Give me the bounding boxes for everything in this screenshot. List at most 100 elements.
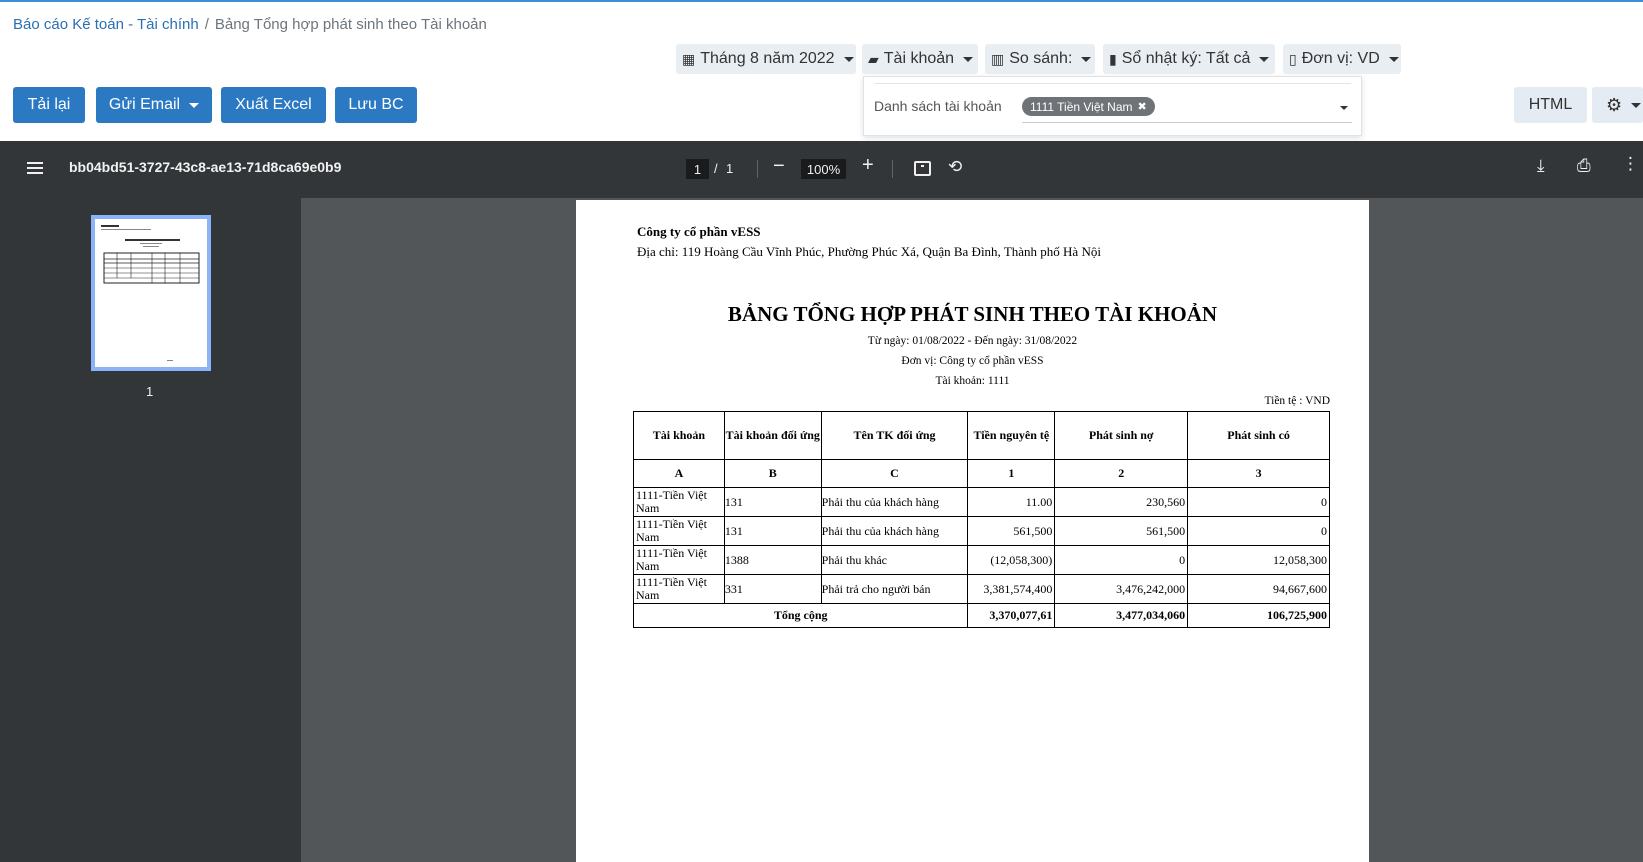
period-filter-button[interactable]: ▦ Tháng 8 năm 2022 [676, 44, 856, 74]
total-cell: 3,477,034,060 [1054, 603, 1189, 628]
document-title: bb04bd51-3727-43c8-ae13-71d8ca69e0b9 [69, 159, 342, 175]
table-total-row: Tổng cộng 3,370,077,61 3,477,034,060 106… [632, 603, 1330, 628]
account-list-label: Danh sách tài khoản [874, 98, 1002, 114]
period-filter-label: Tháng 8 năm 2022 [700, 50, 835, 67]
table-row: 1111-Tiền Việt Nam 331 Phải trả cho ngườ… [633, 574, 1330, 604]
column-code: 3 [1187, 459, 1330, 488]
html-button[interactable]: HTML [1514, 87, 1587, 123]
column-header: Tài khoản [633, 411, 725, 460]
zoom-level-input[interactable]: 100% [801, 159, 846, 179]
page-number-input[interactable]: 1 [686, 159, 709, 179]
unit-filter-button[interactable]: ▯ Đơn vị: VD [1283, 44, 1401, 74]
account-filter-label: Tài khoản [883, 50, 955, 67]
chevron-down-icon [189, 102, 200, 108]
toolbar-divider [892, 160, 893, 178]
table-cell: (12,058,300) [967, 545, 1056, 575]
total-cell: 106,725,900 [1187, 603, 1330, 628]
save-report-button[interactable]: Lưu BC [335, 87, 417, 123]
table-cell: 11.00 [967, 487, 1056, 517]
column-code: C [820, 459, 969, 488]
thumbnail-page-number: 1 [146, 384, 154, 399]
page-total: 1 [726, 161, 734, 176]
thumbnail-preview [101, 225, 200, 361]
report-table: Tài khoản Tài khoản đối ứng Tên TK đối ứ… [632, 411, 1330, 628]
chevron-down-icon [963, 56, 974, 62]
column-header: Tài khoản đối ứng [723, 411, 822, 460]
report-unit: Đơn vị: Công ty cổ phần vESS [901, 355, 1044, 367]
company-name: Công ty cổ phần vESS [637, 224, 761, 239]
calendar-icon: ▦ [682, 50, 696, 67]
table-cell: 230,560 [1054, 487, 1189, 517]
compare-filter-button[interactable]: ▥ So sánh: [985, 44, 1095, 74]
table-cell: 1111-Tiền Việt Nam [633, 487, 725, 517]
thumbnail-sidebar: 1 [0, 198, 301, 862]
column-code: A [633, 459, 725, 488]
table-cell: 12,058,300 [1187, 545, 1330, 575]
column-code: B [723, 459, 822, 488]
table-cell: 131 [723, 487, 822, 517]
table-cell: 1111-Tiền Việt Nam [633, 516, 725, 546]
table-cell: 1388 [723, 545, 822, 575]
table-row: 1111-Tiền Việt Nam 131 Phải thu của khác… [633, 487, 1330, 517]
export-excel-button[interactable]: Xuất Excel [221, 87, 326, 123]
settings-button[interactable]: ⚙ [1592, 87, 1643, 123]
app-header: Báo cáo Kế toán - Tài chính / Bảng Tổng hợ… [0, 2, 1643, 141]
table-code-row: A B C 1 2 3 [633, 459, 1330, 488]
chevron-down-icon [1259, 56, 1270, 62]
download-icon[interactable]: ⤓ [1537, 156, 1545, 176]
print-icon[interactable]: ⎙ [1577, 156, 1591, 176]
select-caret-icon[interactable] [1340, 106, 1348, 110]
table-cell: Phải thu của khách hàng [820, 487, 969, 517]
table-row: 1111-Tiền Việt Nam 131 Phải thu của khác… [633, 516, 1330, 546]
report-currency: Tiền tệ : VND [1264, 395, 1331, 407]
rotate-icon[interactable]: ⟲ [948, 157, 966, 176]
column-header: Phát sinh có [1187, 411, 1330, 460]
send-email-label: Gửi Email [108, 96, 181, 113]
breadcrumb: Báo cáo Kế toán - Tài chính / Bảng Tổng hợ… [13, 16, 487, 33]
column-code: 1 [967, 459, 1056, 488]
table-cell: 0 [1054, 545, 1189, 575]
account-filter-button[interactable]: ▰ Tài khoản [862, 44, 978, 74]
report-date-range: Từ ngày: 01/08/2022 - Đến ngày: 31/08/20… [867, 335, 1078, 347]
page-thumbnail[interactable] [91, 215, 211, 371]
fit-page-icon[interactable] [914, 161, 931, 176]
column-header: Tên TK đối ứng [820, 411, 969, 460]
chevron-down-icon [843, 56, 854, 62]
table-cell: Phải trả cho người bán [820, 574, 969, 604]
table-cell: 331 [723, 574, 822, 604]
table-cell: 1111-Tiền Việt Nam [633, 545, 725, 575]
reload-button[interactable]: Tải lại [13, 87, 85, 123]
breadcrumb-parent-link[interactable]: Báo cáo Kế toán - Tài chính [13, 16, 199, 33]
table-cell: 561,500 [967, 516, 1056, 546]
toolbar-divider [757, 160, 758, 178]
more-options-icon[interactable]: ⋮ [1622, 154, 1639, 174]
table-cell: 94,667,600 [1187, 574, 1330, 604]
zoom-out-button[interactable]: − [773, 155, 785, 178]
folder-open-icon: ▰ [868, 50, 879, 67]
table-cell: Phải thu khác [820, 545, 969, 575]
page-separator: / [714, 161, 718, 176]
table-cell: 3,476,242,000 [1054, 574, 1189, 604]
journal-filter-button[interactable]: ▮ Sổ nhật ký: Tất cả [1103, 44, 1275, 74]
total-label: Tổng cộng [632, 603, 969, 628]
breadcrumb-separator: / [204, 16, 209, 33]
account-multiselect[interactable]: 1111 Tiền Việt Nam ✖ [1022, 94, 1352, 123]
account-dropdown-panel: Danh sách tài khoản 1111 Tiền Việt Nam ✖ [863, 76, 1362, 136]
compare-filter-label: So sánh: [1009, 50, 1073, 67]
column-header: Tiền nguyên tệ [967, 411, 1056, 460]
remove-chip-icon[interactable]: ✖ [1138, 100, 1147, 113]
panel-divider [874, 83, 1351, 84]
chevron-down-icon [1631, 102, 1642, 108]
table-cell: 0 [1187, 487, 1330, 517]
zoom-in-button[interactable]: + [862, 154, 874, 177]
report-title: BẢNG TỔNG HỢP PHÁT SINH THEO TÀI KHOẢN [727, 302, 1218, 326]
report-account: Tài khoản: 1111 [935, 375, 1010, 387]
building-icon: ▯ [1289, 50, 1297, 67]
selected-account-chip: 1111 Tiền Việt Nam ✖ [1022, 97, 1155, 116]
send-email-button[interactable]: Gửi Email [96, 87, 212, 123]
menu-icon[interactable] [27, 162, 43, 174]
breadcrumb-current: Bảng Tổng hợp phát sinh theo Tài khoản [214, 16, 487, 33]
table-cell: Phải thu của khách hàng [820, 516, 969, 546]
gear-icon: ⚙ [1606, 94, 1623, 115]
column-header: Phát sinh nợ [1054, 411, 1189, 460]
